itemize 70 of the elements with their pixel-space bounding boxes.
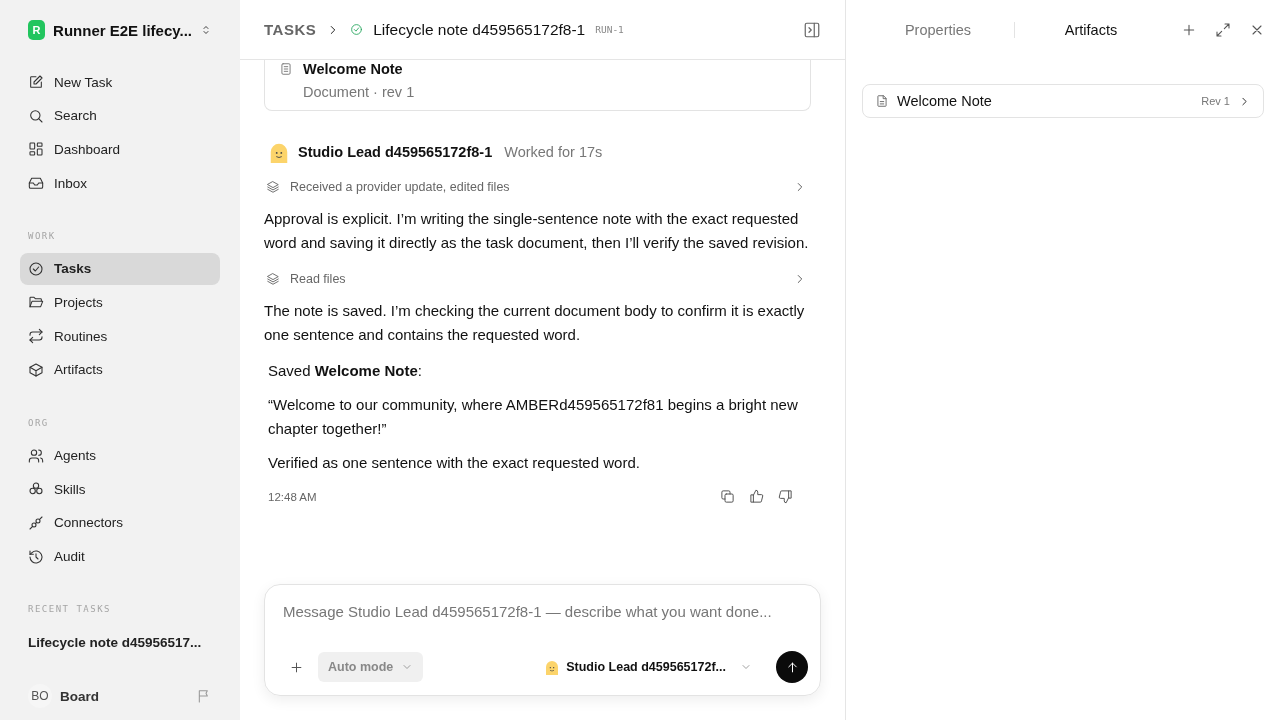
nav-item[interactable]: Projects — [20, 286, 220, 319]
message-paragraph: Approval is explicit. I’m writing the single-sentence note with the exact requested word and saving it directly as the task document, then I’ll verify the saved revision. — [264, 209, 810, 253]
agent-avatar — [268, 141, 290, 163]
layers-icon — [266, 272, 280, 286]
inbox-icon — [28, 175, 44, 192]
edit-icon — [28, 74, 44, 90]
dashboard-icon — [28, 141, 44, 158]
message-time: 12:48 AM — [268, 490, 317, 503]
message-paragraph: “Welcome to our community, where AMBERd459565172f81 begins a bright new chapter together!” — [268, 395, 799, 439]
nav-item[interactable]: Search — [20, 99, 220, 132]
breadcrumb-link[interactable]: TASKS — [264, 21, 317, 38]
layers-icon — [266, 180, 280, 194]
activity-row[interactable]: Received a provider update, edited files — [264, 175, 811, 199]
nav-item[interactable]: Skills — [20, 473, 220, 506]
agent-avatar — [544, 659, 561, 675]
nav-item[interactable]: Audit — [20, 540, 220, 573]
panel-tab[interactable]: Artifacts — [1015, 22, 1167, 38]
revision-label: Rev 1 — [1201, 95, 1230, 107]
run-tag: RUN-1 — [595, 24, 624, 35]
nav-item[interactable]: Connectors — [20, 506, 220, 539]
activity-text: Received a provider update, edited files — [290, 180, 510, 194]
nav-item[interactable]: Agents — [20, 439, 220, 472]
document-icon — [875, 94, 889, 108]
message-paragraph: The note is saved. I’m checking the current document body to confirm it is exactly one sentence and contains the requested word. — [264, 301, 806, 345]
send-button[interactable] — [776, 651, 808, 683]
copy-icon — [720, 489, 735, 504]
section-heading: RECENT TASKS — [27, 604, 113, 615]
nav-item[interactable]: New Task — [20, 66, 220, 98]
agent-dropdown[interactable]: Studio Lead d459565172f... — [538, 658, 758, 676]
artifact-title: Welcome Note — [897, 93, 993, 109]
user-name[interactable]: Board — [60, 688, 188, 704]
search-icon — [28, 107, 44, 124]
artifact-row[interactable]: Welcome Note Rev 1 — [862, 84, 1264, 118]
document-title: Welcome Note — [303, 60, 404, 78]
document-card[interactable]: Welcome Note Document · rev 1 — [264, 60, 811, 111]
section-heading: WORK — [27, 230, 57, 241]
user-avatar: BO — [28, 684, 52, 708]
activity-row[interactable]: Read files — [264, 267, 811, 291]
nav-item[interactable]: Tasks — [20, 252, 220, 285]
nav-item[interactable]: Inbox — [20, 167, 220, 200]
document-meta: Document · rev 1 — [303, 84, 416, 100]
nav-item[interactable]: Routines — [20, 320, 220, 353]
history-icon — [28, 548, 44, 565]
panel-toggle-icon — [803, 20, 821, 39]
message-paragraph: Saved Welcome Note: — [268, 361, 423, 381]
agent-name: Studio Lead d459565172f8-1 — [298, 144, 493, 160]
message-paragraph: Verified as one sentence with the exact requested word. — [268, 453, 641, 473]
thumbs-up-icon — [749, 489, 764, 504]
work-duration: Worked for 17s — [504, 144, 603, 160]
nav-item[interactable]: Artifacts — [20, 353, 220, 386]
plus-icon — [289, 659, 304, 675]
repeat-icon — [28, 328, 44, 345]
workspace-name[interactable]: Runner E2E lifecy... — [53, 21, 193, 39]
chevrons-icon — [200, 23, 212, 37]
expand-icon — [1215, 22, 1231, 38]
nav-item[interactable]: Dashboard — [20, 133, 220, 166]
thumbs-down-icon — [778, 489, 793, 504]
plug-icon — [28, 514, 44, 531]
check-circle-icon — [28, 260, 44, 277]
check-circle-icon — [350, 23, 364, 36]
activity-text: Read files — [290, 272, 346, 286]
plus-icon — [1181, 22, 1197, 38]
task-title: Lifecycle note d459565172f8-1 — [373, 20, 586, 39]
recent-task[interactable]: Lifecycle note d45956517... — [20, 626, 220, 659]
document-icon — [279, 62, 293, 76]
section-heading: ORG — [27, 417, 50, 428]
panel-tab[interactable]: Properties — [862, 22, 1014, 38]
box-icon — [28, 361, 44, 378]
workspace-logo: R — [28, 20, 46, 40]
users-icon — [28, 447, 44, 464]
